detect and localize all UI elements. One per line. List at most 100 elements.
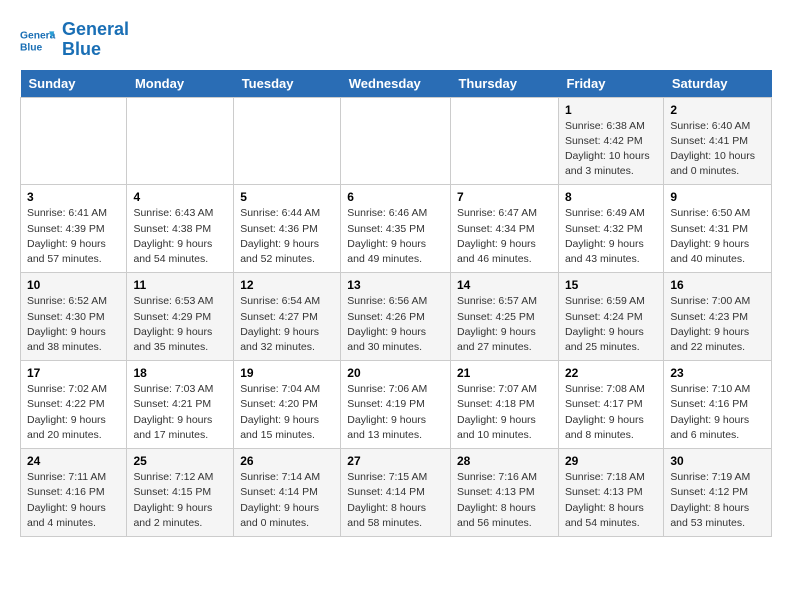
day-info: Sunrise: 7:11 AM Sunset: 4:16 PM Dayligh… bbox=[27, 470, 120, 531]
day-number: 30 bbox=[670, 454, 765, 468]
day-cell: 25Sunrise: 7:12 AM Sunset: 4:15 PM Dayli… bbox=[127, 449, 234, 537]
day-cell: 6 Sunrise: 6:46 AM Sunset: 4:35 PM Daylig… bbox=[341, 185, 451, 273]
day-cell: 24 Sunrise: 7:11 AM Sunset: 4:16 PM Dayli… bbox=[21, 449, 127, 537]
day-info: Sunrise: 7:03 AM Sunset: 4:21 PM Dayligh… bbox=[133, 382, 227, 443]
day-cell: 12 Sunrise: 6:54 AM Sunset: 4:27 PM Dayli… bbox=[234, 273, 341, 361]
day-number: 26 bbox=[240, 454, 334, 468]
day-info: Sunrise: 7:00 AM Sunset: 4:23 PM Dayligh… bbox=[670, 294, 765, 355]
day-number: 13 bbox=[347, 278, 444, 292]
day-info: Sunrise: 6:40 AM Sunset: 4:41 PM Dayligh… bbox=[670, 119, 765, 180]
day-number: 14 bbox=[457, 278, 552, 292]
day-info: Sunrise: 7:19 AM Sunset: 4:12 PM Dayligh… bbox=[670, 470, 765, 531]
day-number: 16 bbox=[670, 278, 765, 292]
week-row-2: 3 Sunrise: 6:41 AM Sunset: 4:39 PM Daylig… bbox=[21, 185, 772, 273]
weekday-header-saturday: Saturday bbox=[664, 70, 772, 98]
day-cell: 13 Sunrise: 6:56 AM Sunset: 4:26 PM Dayli… bbox=[341, 273, 451, 361]
svg-text:Blue: Blue bbox=[20, 42, 43, 53]
day-number: 10 bbox=[27, 278, 120, 292]
day-info: Sunrise: 6:46 AM Sunset: 4:35 PM Dayligh… bbox=[347, 206, 444, 267]
weekday-header-tuesday: Tuesday bbox=[234, 70, 341, 98]
day-cell: 27 Sunrise: 7:15 AM Sunset: 4:14 PM Dayli… bbox=[341, 449, 451, 537]
day-cell: 18 Sunrise: 7:03 AM Sunset: 4:21 PM Dayli… bbox=[127, 361, 234, 449]
day-cell: 17 Sunrise: 7:02 AM Sunset: 4:22 PM Dayli… bbox=[21, 361, 127, 449]
day-cell: 30 Sunrise: 7:19 AM Sunset: 4:12 PM Dayli… bbox=[664, 449, 772, 537]
day-info: Sunrise: 7:10 AM Sunset: 4:16 PM Dayligh… bbox=[670, 382, 765, 443]
day-cell: 28 Sunrise: 7:16 AM Sunset: 4:13 PM Dayli… bbox=[450, 449, 558, 537]
day-cell: 20 Sunrise: 7:06 AM Sunset: 4:19 PM Dayli… bbox=[341, 361, 451, 449]
logo: GeneralBlue GeneralBlue bbox=[20, 20, 129, 60]
day-number: 29 bbox=[565, 454, 657, 468]
day-cell: 2Sunrise: 6:40 AM Sunset: 4:41 PM Daylig… bbox=[664, 97, 772, 185]
day-number: 20 bbox=[347, 366, 444, 380]
day-cell: 1 Sunrise: 6:38 AM Sunset: 4:42 PM Daylig… bbox=[558, 97, 663, 185]
day-number: 28 bbox=[457, 454, 552, 468]
day-info: Sunrise: 6:49 AM Sunset: 4:32 PM Dayligh… bbox=[565, 206, 657, 267]
day-number: 27 bbox=[347, 454, 444, 468]
day-info: Sunrise: 7:02 AM Sunset: 4:22 PM Dayligh… bbox=[27, 382, 120, 443]
day-number: 19 bbox=[240, 366, 334, 380]
day-cell bbox=[450, 97, 558, 185]
weekday-header-thursday: Thursday bbox=[450, 70, 558, 98]
day-info: Sunrise: 6:44 AM Sunset: 4:36 PM Dayligh… bbox=[240, 206, 334, 267]
day-info: Sunrise: 7:12 AM Sunset: 4:15 PM Dayligh… bbox=[133, 470, 227, 531]
day-number: 15 bbox=[565, 278, 657, 292]
week-row-5: 24 Sunrise: 7:11 AM Sunset: 4:16 PM Dayli… bbox=[21, 449, 772, 537]
day-cell: 7Sunrise: 6:47 AM Sunset: 4:34 PM Daylig… bbox=[450, 185, 558, 273]
day-number: 3 bbox=[27, 190, 120, 204]
day-info: Sunrise: 7:15 AM Sunset: 4:14 PM Dayligh… bbox=[347, 470, 444, 531]
day-info: Sunrise: 6:57 AM Sunset: 4:25 PM Dayligh… bbox=[457, 294, 552, 355]
day-cell: 16 Sunrise: 7:00 AM Sunset: 4:23 PM Dayli… bbox=[664, 273, 772, 361]
day-cell: 14 Sunrise: 6:57 AM Sunset: 4:25 PM Dayli… bbox=[450, 273, 558, 361]
day-info: Sunrise: 6:47 AM Sunset: 4:34 PM Dayligh… bbox=[457, 206, 552, 267]
day-info: Sunrise: 7:14 AM Sunset: 4:14 PM Dayligh… bbox=[240, 470, 334, 531]
day-info: Sunrise: 6:53 AM Sunset: 4:29 PM Dayligh… bbox=[133, 294, 227, 355]
day-cell bbox=[234, 97, 341, 185]
day-number: 4 bbox=[133, 190, 227, 204]
day-cell: 23Sunrise: 7:10 AM Sunset: 4:16 PM Dayli… bbox=[664, 361, 772, 449]
day-info: Sunrise: 7:06 AM Sunset: 4:19 PM Dayligh… bbox=[347, 382, 444, 443]
day-number: 11 bbox=[133, 278, 227, 292]
day-cell: 19 Sunrise: 7:04 AM Sunset: 4:20 PM Dayli… bbox=[234, 361, 341, 449]
day-number: 8 bbox=[565, 190, 657, 204]
page-header: GeneralBlue GeneralBlue bbox=[20, 20, 772, 60]
day-info: Sunrise: 7:08 AM Sunset: 4:17 PM Dayligh… bbox=[565, 382, 657, 443]
day-info: Sunrise: 6:59 AM Sunset: 4:24 PM Dayligh… bbox=[565, 294, 657, 355]
week-row-4: 17 Sunrise: 7:02 AM Sunset: 4:22 PM Dayli… bbox=[21, 361, 772, 449]
day-number: 12 bbox=[240, 278, 334, 292]
day-number: 24 bbox=[27, 454, 120, 468]
day-info: Sunrise: 6:43 AM Sunset: 4:38 PM Dayligh… bbox=[133, 206, 227, 267]
day-cell: 26 Sunrise: 7:14 AM Sunset: 4:14 PM Dayli… bbox=[234, 449, 341, 537]
day-number: 18 bbox=[133, 366, 227, 380]
weekday-header-sunday: Sunday bbox=[21, 70, 127, 98]
day-cell: 10Sunrise: 6:52 AM Sunset: 4:30 PM Dayli… bbox=[21, 273, 127, 361]
day-number: 22 bbox=[565, 366, 657, 380]
day-number: 5 bbox=[240, 190, 334, 204]
day-number: 17 bbox=[27, 366, 120, 380]
week-row-3: 10Sunrise: 6:52 AM Sunset: 4:30 PM Dayli… bbox=[21, 273, 772, 361]
day-cell: 3 Sunrise: 6:41 AM Sunset: 4:39 PM Daylig… bbox=[21, 185, 127, 273]
day-info: Sunrise: 6:56 AM Sunset: 4:26 PM Dayligh… bbox=[347, 294, 444, 355]
calendar-table: SundayMondayTuesdayWednesdayThursdayFrid… bbox=[20, 70, 772, 537]
day-info: Sunrise: 6:50 AM Sunset: 4:31 PM Dayligh… bbox=[670, 206, 765, 267]
day-info: Sunrise: 6:54 AM Sunset: 4:27 PM Dayligh… bbox=[240, 294, 334, 355]
day-cell: 15 Sunrise: 6:59 AM Sunset: 4:24 PM Dayli… bbox=[558, 273, 663, 361]
day-cell: 11 Sunrise: 6:53 AM Sunset: 4:29 PM Dayli… bbox=[127, 273, 234, 361]
day-cell bbox=[127, 97, 234, 185]
day-cell bbox=[341, 97, 451, 185]
day-info: Sunrise: 6:38 AM Sunset: 4:42 PM Dayligh… bbox=[565, 119, 657, 180]
weekday-header-wednesday: Wednesday bbox=[341, 70, 451, 98]
weekday-header-monday: Monday bbox=[127, 70, 234, 98]
day-cell: 9Sunrise: 6:50 AM Sunset: 4:31 PM Daylig… bbox=[664, 185, 772, 273]
weekday-header-friday: Friday bbox=[558, 70, 663, 98]
day-info: Sunrise: 6:41 AM Sunset: 4:39 PM Dayligh… bbox=[27, 206, 120, 267]
day-cell: 22 Sunrise: 7:08 AM Sunset: 4:17 PM Dayli… bbox=[558, 361, 663, 449]
weekday-header-row: SundayMondayTuesdayWednesdayThursdayFrid… bbox=[21, 70, 772, 98]
day-number: 21 bbox=[457, 366, 552, 380]
day-info: Sunrise: 7:16 AM Sunset: 4:13 PM Dayligh… bbox=[457, 470, 552, 531]
day-info: Sunrise: 7:18 AM Sunset: 4:13 PM Dayligh… bbox=[565, 470, 657, 531]
logo-icon: GeneralBlue bbox=[20, 22, 56, 58]
day-number: 1 bbox=[565, 103, 657, 117]
day-info: Sunrise: 7:04 AM Sunset: 4:20 PM Dayligh… bbox=[240, 382, 334, 443]
day-number: 6 bbox=[347, 190, 444, 204]
day-cell: 29 Sunrise: 7:18 AM Sunset: 4:13 PM Dayli… bbox=[558, 449, 663, 537]
